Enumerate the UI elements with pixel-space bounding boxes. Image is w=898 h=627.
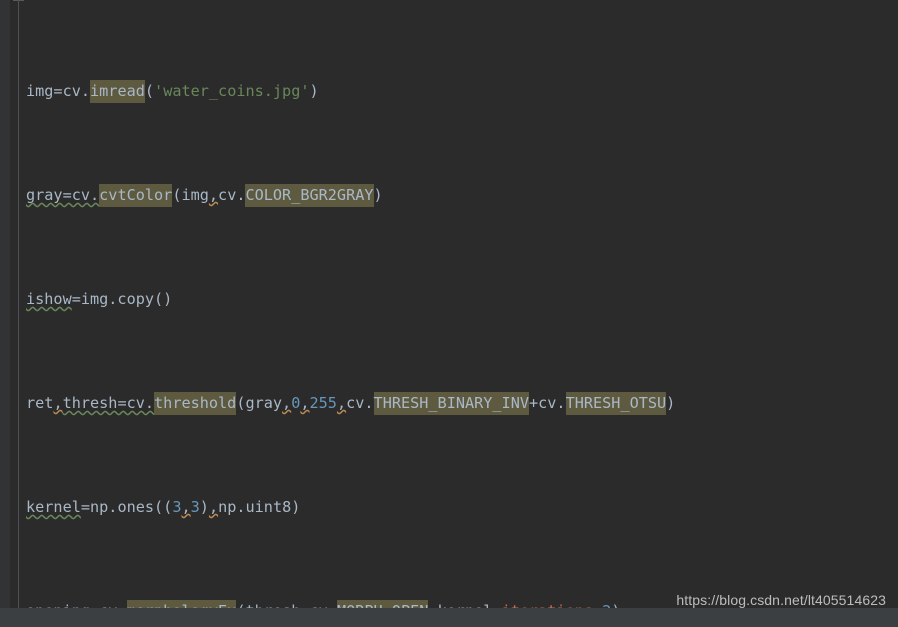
token-highlighted: COLOR_BGR2GRAY — [245, 184, 374, 207]
code-line-3[interactable]: ishow=img.copy() — [26, 286, 898, 312]
token: np.uint8) — [218, 498, 301, 516]
token: (gray — [236, 394, 283, 412]
token-highlighted: THRESH_BINARY_INV — [373, 392, 529, 415]
token: img=cv. — [26, 82, 91, 100]
token: =img.copy() — [71, 290, 173, 308]
token: , — [300, 394, 310, 412]
token-number: 3 — [190, 498, 200, 516]
token-highlighted: imread — [90, 80, 145, 103]
token: ) — [309, 82, 319, 100]
indent-guide — [18, 0, 19, 608]
token: ) — [666, 394, 676, 412]
code-line-4[interactable]: ret,thresh=cv.threshold(gray,0,255,cv.TH… — [26, 390, 898, 416]
token: (img — [172, 186, 209, 204]
code-line-1[interactable]: img=cv.imread('water_coins.jpg') — [26, 78, 898, 104]
code-area[interactable]: img=cv.imread('water_coins.jpg') gray=cv… — [26, 0, 898, 627]
token: ret — [26, 394, 54, 412]
token: cv. — [218, 186, 246, 204]
code-line-5[interactable]: kernel=np.ones((3,3),np.uint8) — [26, 494, 898, 520]
status-bar — [0, 608, 898, 627]
token-string: 'water_coins.jpg' — [154, 82, 310, 100]
token: thresh=cv. — [62, 394, 155, 412]
token-number: 255 — [309, 394, 337, 412]
token: ) — [373, 186, 383, 204]
token-number: 0 — [291, 394, 301, 412]
token: , — [336, 394, 347, 412]
token: +cv. — [529, 394, 566, 412]
token: , — [208, 498, 219, 516]
code-line-2[interactable]: gray=cv.cvtColor(img,cv.COLOR_BGR2GRAY) — [26, 182, 898, 208]
token: ishow — [26, 290, 72, 308]
token-highlighted: threshold — [154, 392, 237, 415]
code-editor-window: img=cv.imread('water_coins.jpg') gray=cv… — [0, 0, 898, 627]
token: =np.ones(( — [80, 498, 173, 516]
token: , — [181, 498, 191, 516]
token-highlighted: cvtColor — [99, 184, 173, 207]
token-highlighted: THRESH_OTSU — [565, 392, 667, 415]
token: ) — [199, 498, 209, 516]
token: , — [282, 394, 292, 412]
token: ( — [144, 82, 155, 100]
editor-gutter — [0, 0, 10, 627]
token: , — [53, 394, 63, 412]
watermark-url: https://blog.csdn.net/lt405514623 — [676, 592, 886, 608]
token: kernel — [26, 498, 81, 516]
token: cv. — [346, 394, 374, 412]
token: gray=cv. — [26, 186, 100, 204]
token: , — [208, 186, 219, 204]
